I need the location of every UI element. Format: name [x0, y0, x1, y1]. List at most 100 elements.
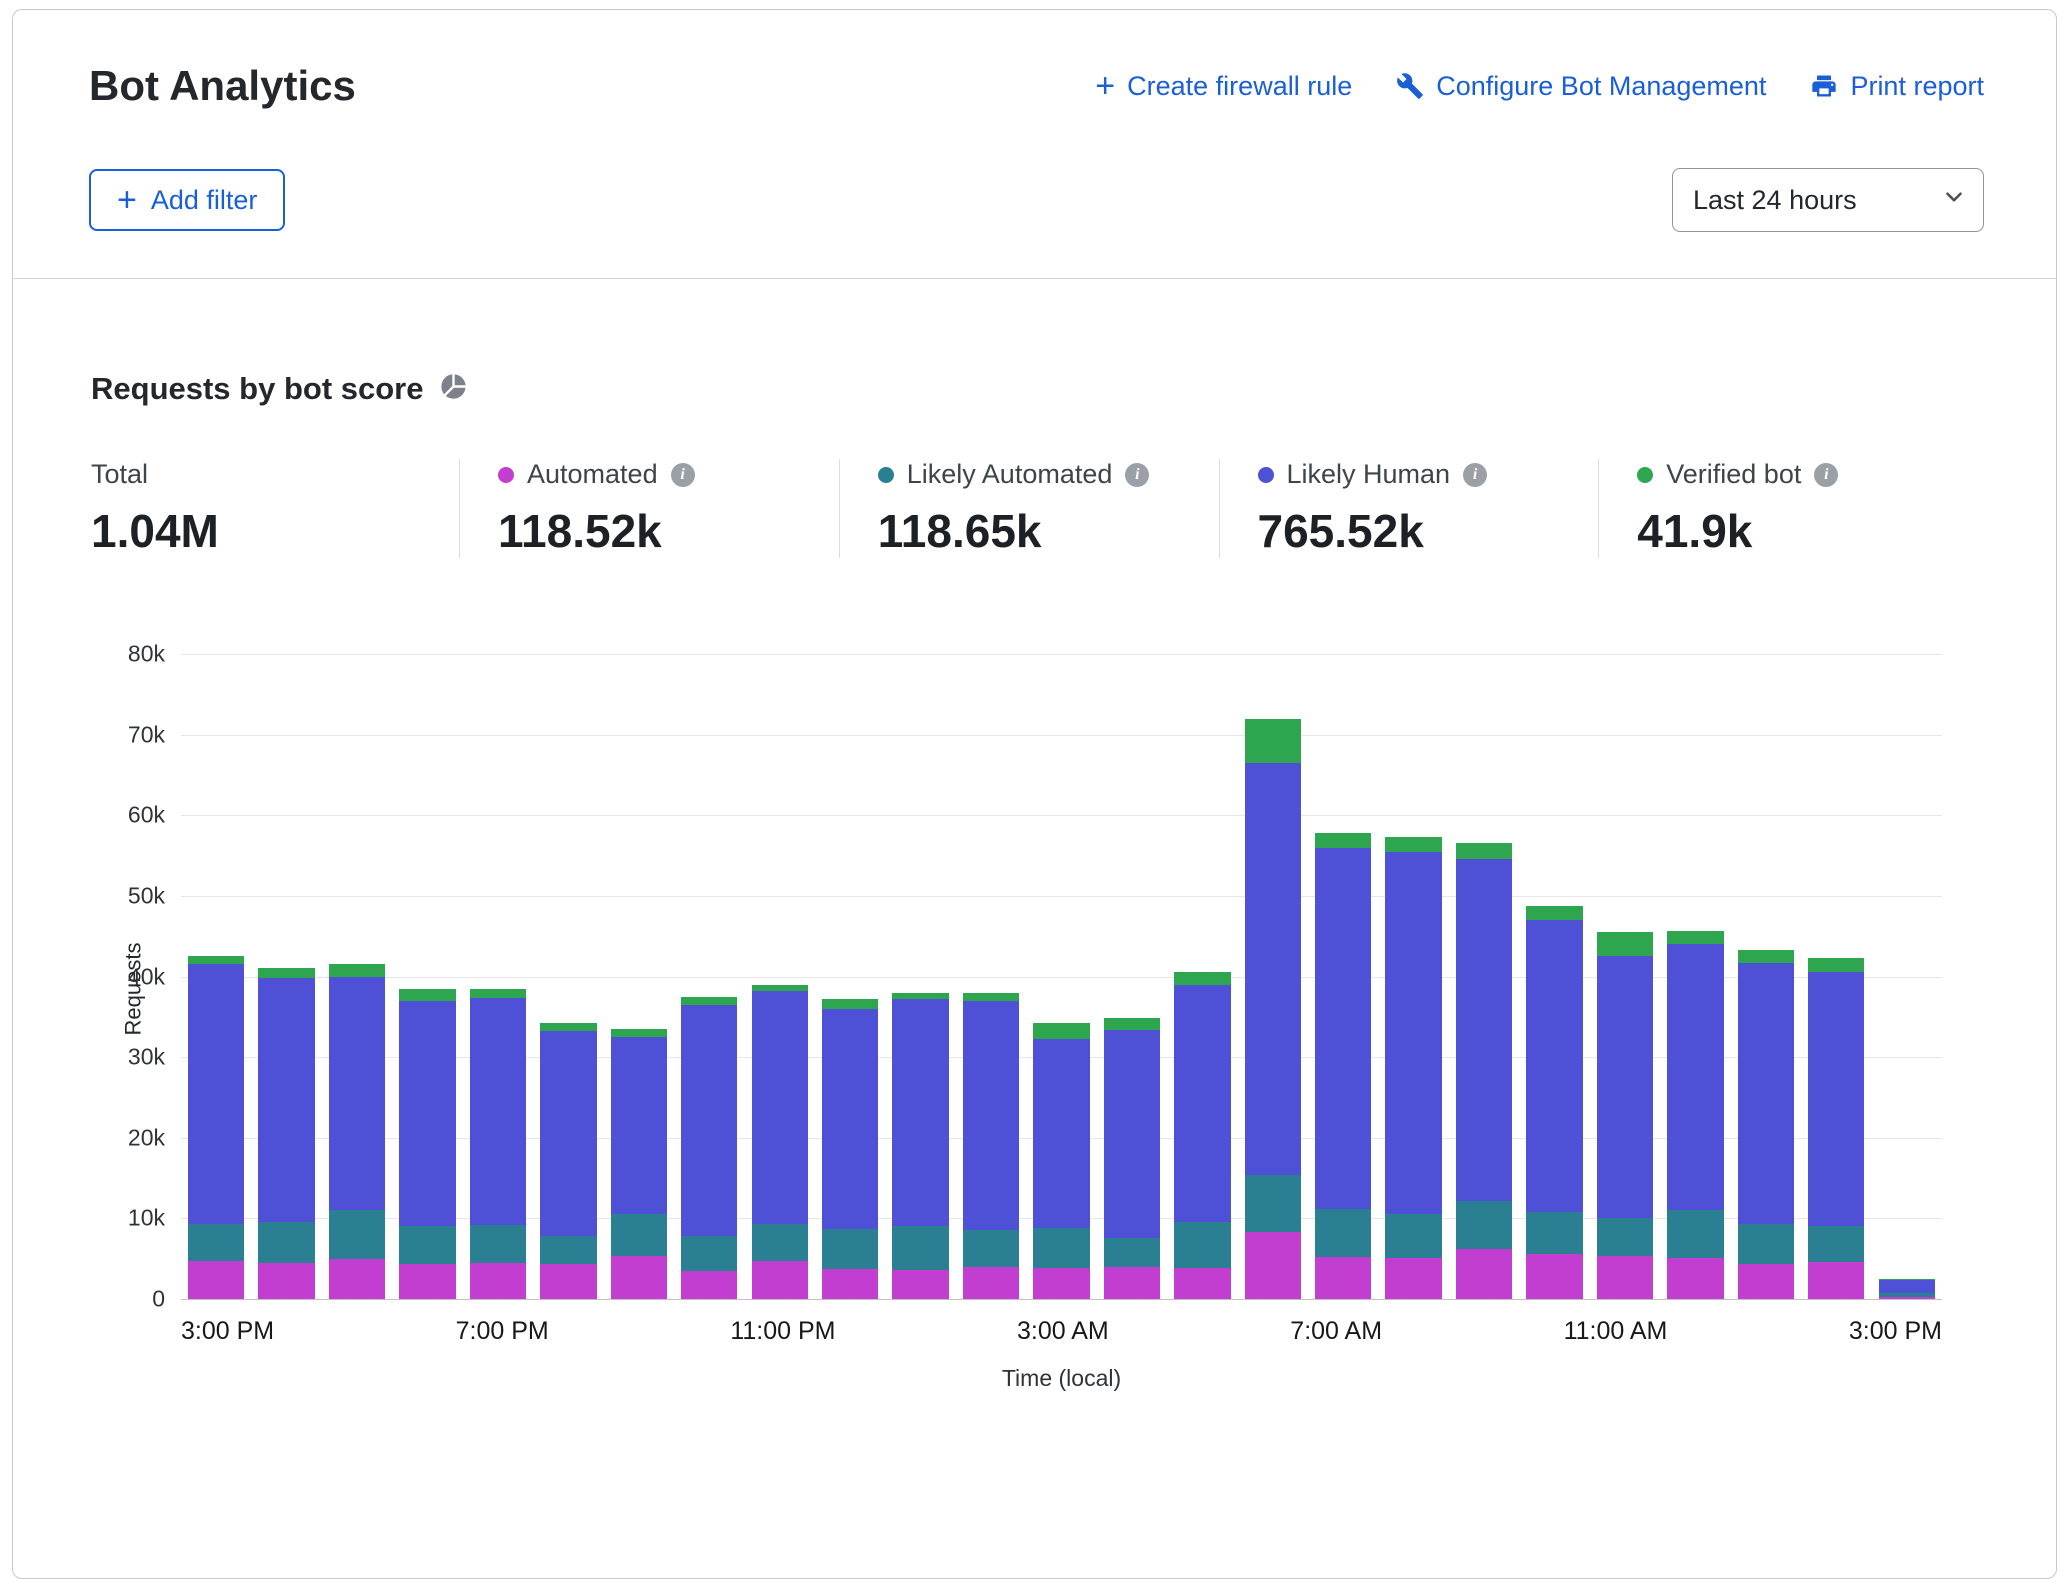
- info-icon[interactable]: i: [1814, 463, 1838, 487]
- print-report-label: Print report: [1850, 71, 1984, 102]
- x-axis-slot: [957, 1317, 1018, 1346]
- chart-bar[interactable]: [1879, 1279, 1935, 1299]
- bar-segment-verified-bot: [329, 964, 385, 976]
- chart-bar[interactable]: [1808, 958, 1864, 1299]
- bar-segment-automated: [1456, 1249, 1512, 1299]
- stat-likely-human-label: Likely Human: [1287, 459, 1451, 490]
- chart-bar[interactable]: [1597, 932, 1653, 1299]
- x-axis-slot: [335, 1317, 396, 1346]
- bar-slot: [1519, 654, 1589, 1299]
- chart-bar[interactable]: [1526, 906, 1582, 1299]
- time-range-value: Last 24 hours: [1693, 185, 1857, 216]
- info-icon[interactable]: i: [1125, 463, 1149, 487]
- page-title: Bot Analytics: [89, 62, 356, 110]
- bar-segment-automated: [822, 1269, 878, 1299]
- bar-segment-likely-human: [540, 1031, 596, 1236]
- chart-bar[interactable]: [1667, 931, 1723, 1299]
- x-axis-slot: [1109, 1317, 1170, 1346]
- bars-container: [181, 654, 1942, 1299]
- y-axis-tick-label: 60k: [128, 802, 165, 829]
- chart-bar[interactable]: [892, 993, 948, 1299]
- automated-color-dot: [498, 467, 514, 483]
- x-axis-labels: 3:00 PM7:00 PM11:00 PM3:00 AM7:00 AM11:0…: [181, 1317, 1942, 1346]
- chart-bar[interactable]: [540, 1023, 596, 1299]
- bar-segment-verified-bot: [540, 1023, 596, 1031]
- bar-slot: [392, 654, 462, 1299]
- x-axis-slot: [1667, 1317, 1728, 1346]
- chart-bar[interactable]: [1385, 837, 1441, 1299]
- bar-segment-likely-automated: [822, 1229, 878, 1269]
- stat-likely-human: Likely Human i 765.52k: [1219, 459, 1599, 558]
- bar-segment-likely-automated: [752, 1224, 808, 1261]
- likely-human-color-dot: [1258, 467, 1274, 483]
- plus-icon: +: [1095, 69, 1115, 103]
- bar-segment-likely-automated: [1738, 1224, 1794, 1264]
- bar-slot: [1238, 654, 1308, 1299]
- bar-segment-likely-automated: [399, 1226, 455, 1264]
- info-icon[interactable]: i: [1463, 463, 1487, 487]
- chart-bar[interactable]: [1174, 972, 1230, 1299]
- chart-bar[interactable]: [329, 964, 385, 1299]
- chart-bar[interactable]: [188, 956, 244, 1299]
- stat-total-value: 1.04M: [91, 504, 417, 558]
- bar-segment-likely-human: [1385, 852, 1441, 1214]
- x-axis-slot: 7:00 PM: [456, 1317, 549, 1346]
- stat-verified-bot: Verified bot i 41.9k: [1598, 459, 1978, 558]
- chart-bar[interactable]: [1456, 843, 1512, 1299]
- chart-bar[interactable]: [1245, 719, 1301, 1299]
- bar-segment-likely-automated: [963, 1230, 1019, 1267]
- stat-automated-label: Automated: [527, 459, 658, 490]
- x-axis-slot: [274, 1317, 335, 1346]
- bar-segment-likely-automated: [1033, 1228, 1089, 1268]
- chart-bar[interactable]: [822, 999, 878, 1299]
- chart-bar[interactable]: [611, 1029, 667, 1299]
- bar-slot: [1449, 654, 1519, 1299]
- bar-segment-verified-bot: [1385, 837, 1441, 852]
- configure-bot-management-link[interactable]: Configure Bot Management: [1396, 71, 1766, 102]
- y-axis-tick-label: 40k: [128, 963, 165, 990]
- bar-slot: [1097, 654, 1167, 1299]
- time-range-select[interactable]: Last 24 hours: [1672, 168, 1984, 232]
- bar-segment-automated: [1174, 1268, 1230, 1299]
- bar-segment-likely-human: [1456, 859, 1512, 1201]
- bar-segment-verified-bot: [681, 997, 737, 1005]
- add-filter-button[interactable]: + Add filter: [89, 169, 285, 231]
- stats-row: Total 1.04M Automated i 118.52k Likely A…: [91, 459, 1978, 558]
- chart-bar[interactable]: [399, 989, 455, 1299]
- chart-bar[interactable]: [1033, 1023, 1089, 1299]
- chart-bar[interactable]: [258, 968, 314, 1299]
- chart-bar[interactable]: [1738, 950, 1794, 1299]
- bar-segment-verified-bot: [1738, 950, 1794, 963]
- bar-segment-likely-automated: [1667, 1210, 1723, 1258]
- section-title: Requests by bot score: [91, 371, 423, 407]
- bar-segment-automated: [1245, 1232, 1301, 1299]
- bar-slot: [181, 654, 251, 1299]
- bar-slot: [533, 654, 603, 1299]
- bar-slot: [1378, 654, 1448, 1299]
- chart-bar[interactable]: [963, 993, 1019, 1299]
- chart-bar[interactable]: [1104, 1018, 1160, 1299]
- stat-likely-automated-value: 118.65k: [878, 504, 1177, 558]
- chart-bar[interactable]: [1315, 833, 1371, 1299]
- bar-segment-automated: [188, 1261, 244, 1299]
- chart-bar[interactable]: [752, 985, 808, 1299]
- info-icon[interactable]: i: [671, 463, 695, 487]
- bar-segment-automated: [963, 1267, 1019, 1299]
- bar-segment-automated: [1385, 1258, 1441, 1299]
- stat-total-label: Total: [91, 459, 148, 490]
- x-axis-slot: [609, 1317, 670, 1346]
- stat-likely-automated-label: Likely Automated: [907, 459, 1113, 490]
- create-firewall-rule-link[interactable]: + Create firewall rule: [1095, 69, 1352, 103]
- chart-bar[interactable]: [681, 997, 737, 1299]
- chevron-down-icon: [1941, 184, 1967, 217]
- bar-segment-likely-human: [1245, 763, 1301, 1175]
- bar-segment-verified-bot: [1033, 1023, 1089, 1039]
- y-axis-tick-label: 10k: [128, 1205, 165, 1232]
- bar-slot: [322, 654, 392, 1299]
- print-report-link[interactable]: Print report: [1810, 71, 1984, 102]
- bar-segment-likely-automated: [1315, 1209, 1371, 1257]
- bar-slot: [1308, 654, 1378, 1299]
- bar-segment-verified-bot: [1526, 906, 1582, 921]
- bar-segment-verified-bot: [1808, 958, 1864, 973]
- chart-bar[interactable]: [470, 989, 526, 1299]
